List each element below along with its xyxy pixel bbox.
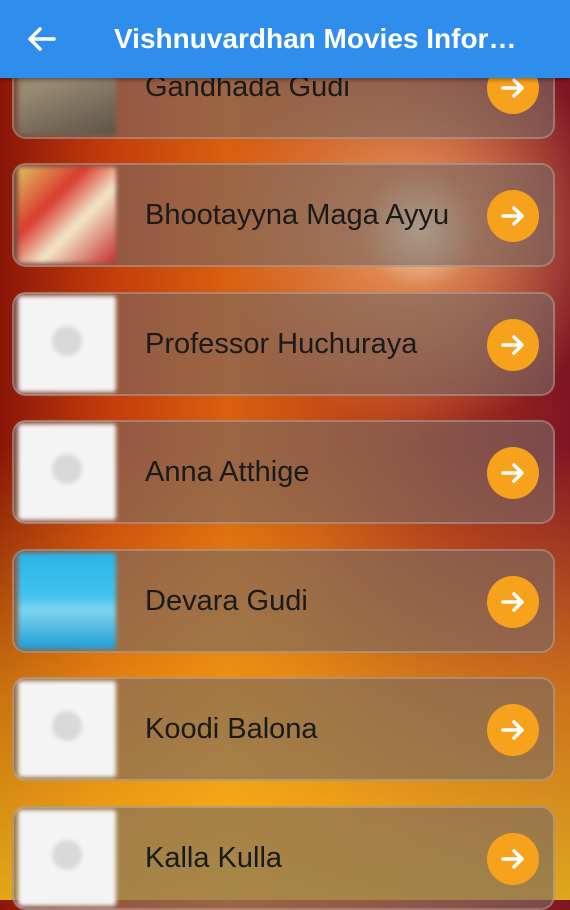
movie-title: Anna Atthige: [145, 455, 310, 488]
open-button[interactable]: [487, 190, 539, 242]
movie-title: Professor Huchuraya: [145, 327, 418, 360]
movie-thumbnail: [18, 681, 116, 777]
open-button[interactable]: [487, 319, 539, 371]
movie-title: Devara Gudi: [145, 584, 308, 617]
app-bar: Vishnuvardhan Movies Infor…: [0, 0, 570, 78]
open-button[interactable]: [487, 576, 539, 628]
open-button[interactable]: [487, 704, 539, 756]
list-item[interactable]: Kalla Kulla: [0, 806, 570, 910]
arrow-right-icon: [501, 592, 524, 612]
movie-thumbnail: [18, 424, 116, 520]
movie-thumbnail: [18, 553, 116, 649]
arrow-right-icon: [501, 849, 524, 869]
arrow-right-icon: [501, 463, 524, 483]
movie-title: Kalla Kulla: [145, 841, 283, 874]
movie-thumbnail: [18, 296, 116, 392]
movie-title: Bhootayyna Maga Ayyu: [145, 198, 450, 231]
arrow-right-icon: [501, 335, 524, 355]
list-item[interactable]: Koodi Balona: [0, 677, 570, 781]
list-item[interactable]: Anna Atthige: [0, 420, 570, 524]
arrow-right-icon: [501, 720, 524, 740]
page-title: Vishnuvardhan Movies Infor…: [114, 23, 517, 54]
list-item[interactable]: Bhootayyna Maga Ayyu: [0, 163, 570, 267]
movie-thumbnail: [18, 167, 116, 263]
open-button[interactable]: [487, 833, 539, 885]
arrow-left-icon[interactable]: [24, 21, 60, 57]
open-button[interactable]: [487, 447, 539, 499]
movie-thumbnail: [18, 810, 116, 906]
arrow-right-icon: [501, 206, 524, 226]
list-item[interactable]: Devara Gudi: [0, 549, 570, 653]
movie-title: Koodi Balona: [145, 712, 318, 745]
list-item[interactable]: Professor Huchuraya: [0, 292, 570, 396]
